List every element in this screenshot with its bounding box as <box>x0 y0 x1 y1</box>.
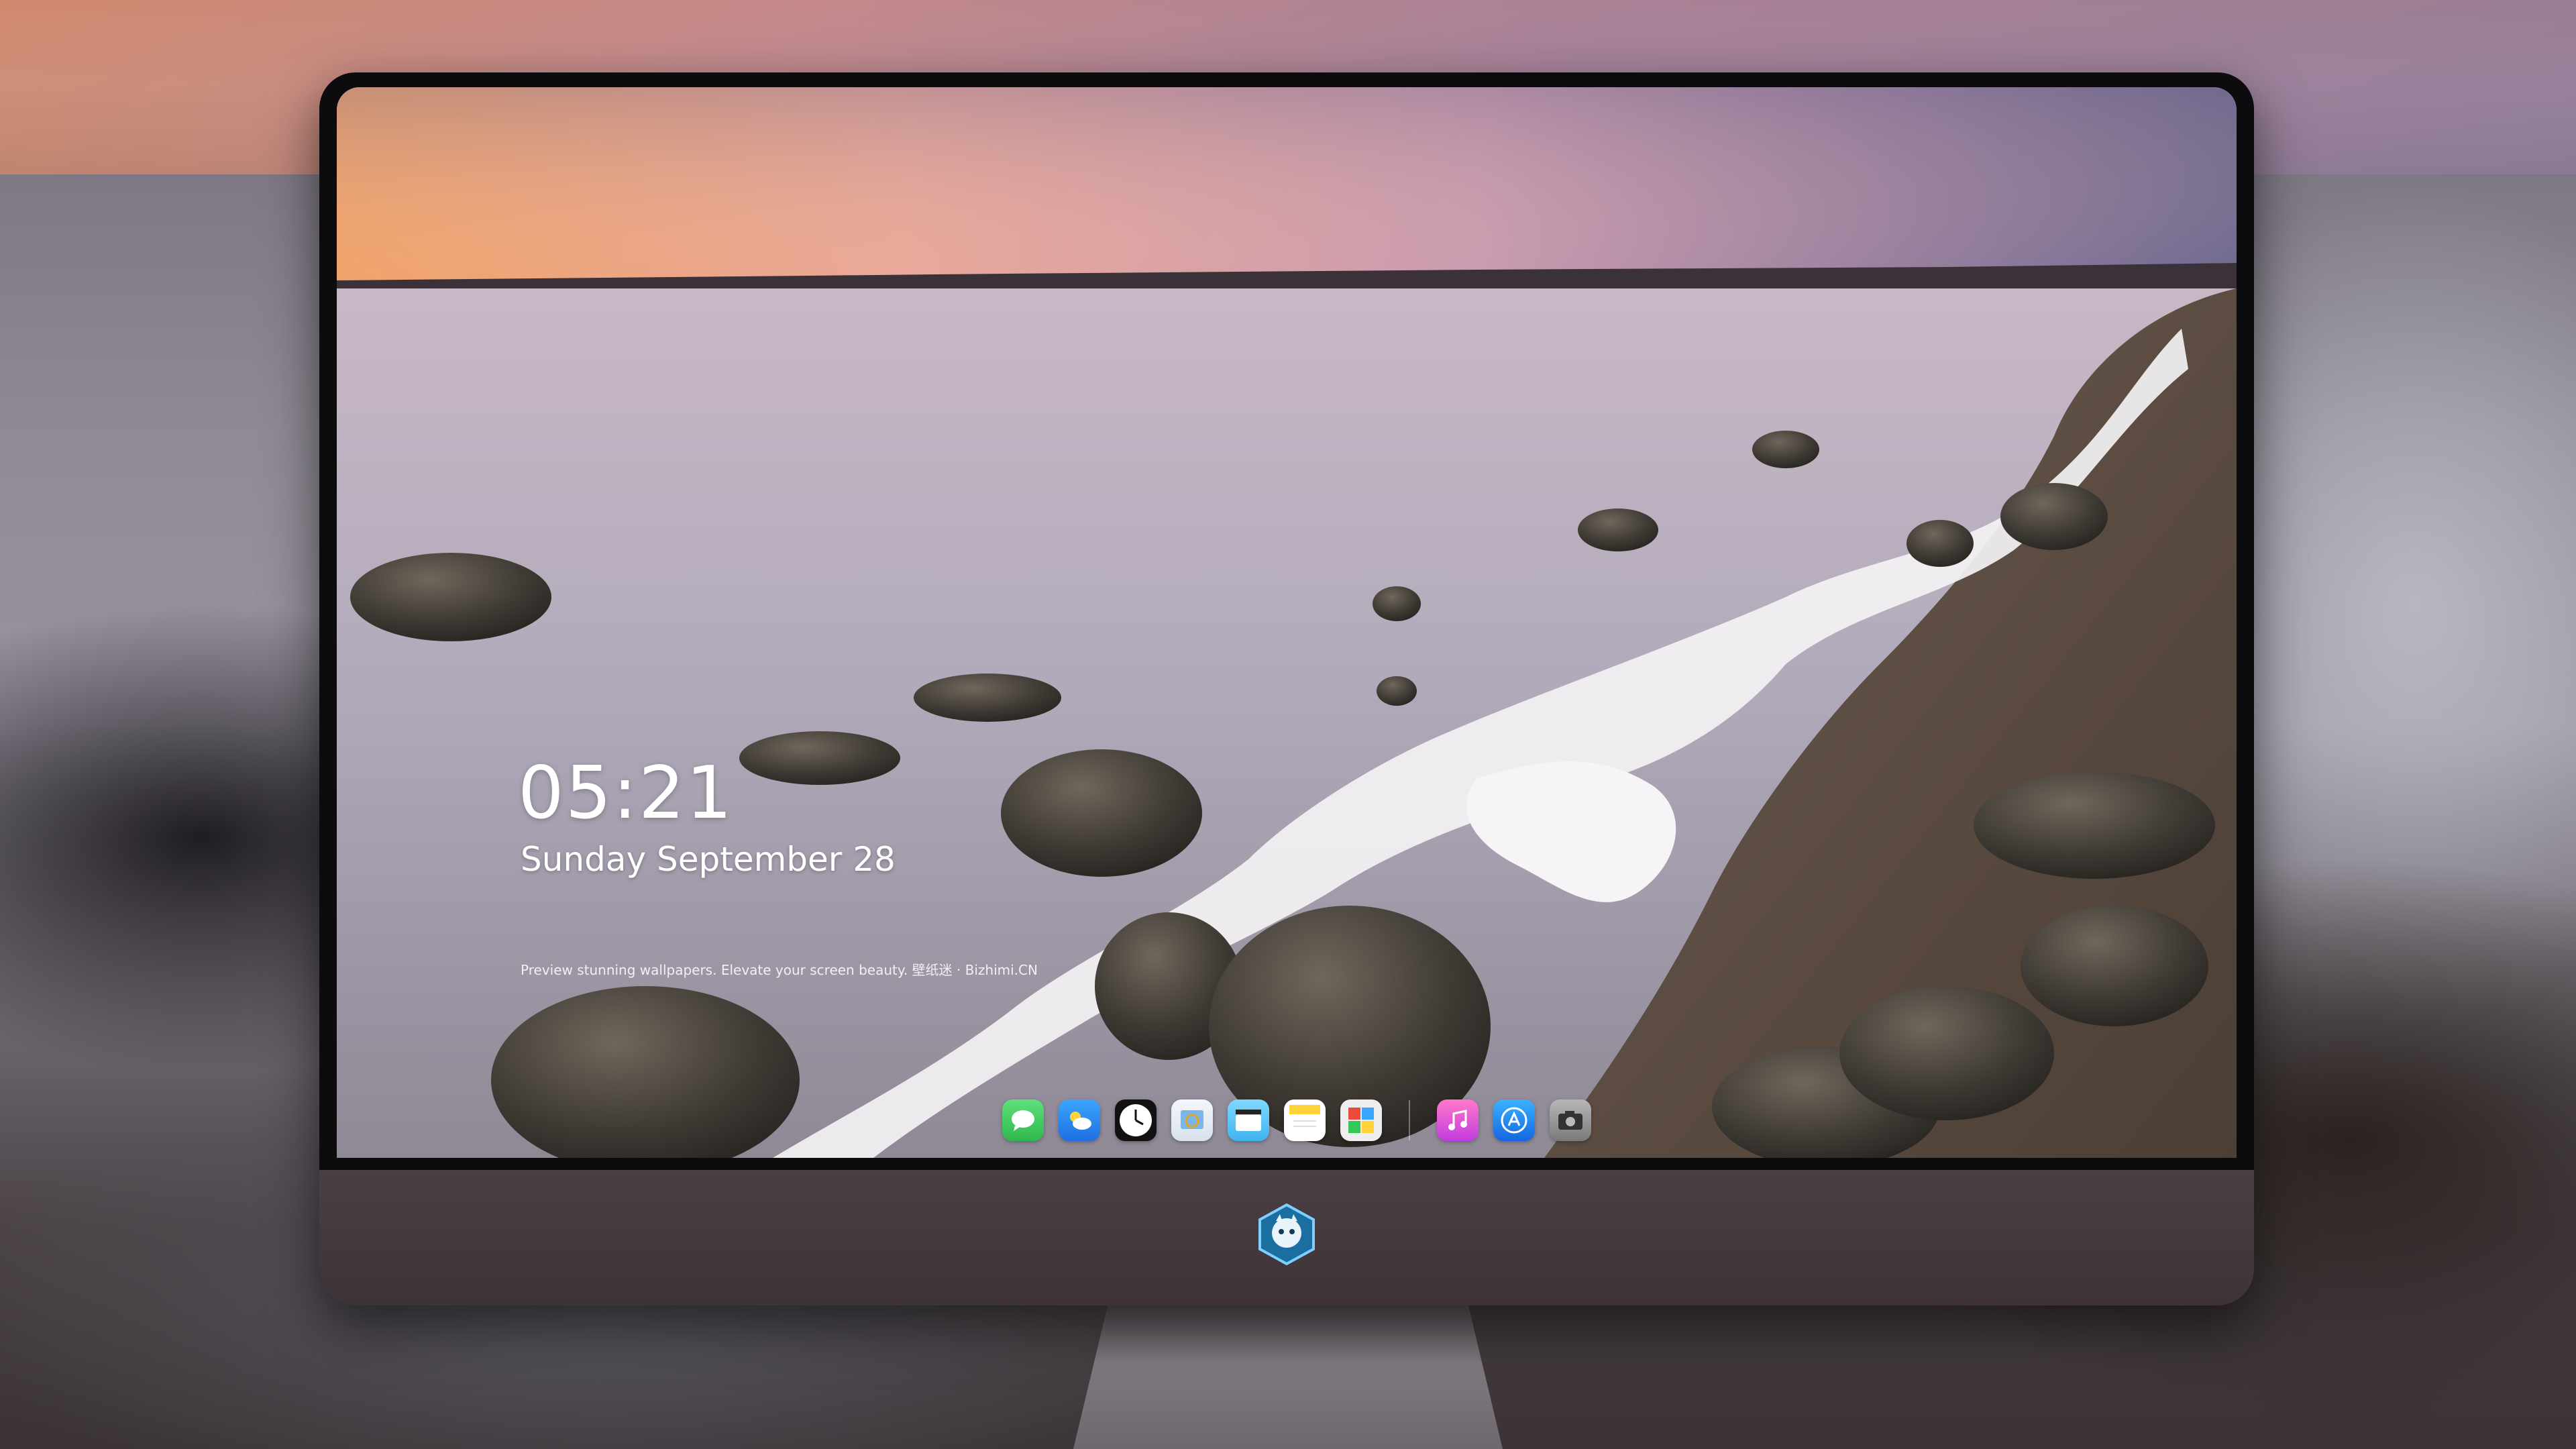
camera-icon[interactable] <box>1550 1099 1591 1141</box>
dock <box>990 1092 1603 1148</box>
preview-icon[interactable] <box>1171 1099 1213 1141</box>
dock-separator <box>1409 1100 1410 1140</box>
monitor: 05:21 Sunday September 28 Preview stunni… <box>319 72 2254 1305</box>
notes-icon[interactable] <box>1284 1099 1326 1141</box>
photo-booth-icon[interactable] <box>1340 1099 1382 1141</box>
music-icon[interactable] <box>1437 1099 1479 1141</box>
screen: 05:21 Sunday September 28 Preview stunni… <box>337 87 2237 1158</box>
lockscreen-time: 05:21 <box>518 751 734 835</box>
monitor-chin <box>319 1170 2254 1305</box>
weather-icon[interactable] <box>1059 1099 1100 1141</box>
monitor-logo-icon <box>1258 1203 1315 1266</box>
lockscreen-tagline: Preview stunning wallpapers. Elevate you… <box>521 962 1038 978</box>
clips-icon[interactable] <box>1228 1099 1269 1141</box>
lockscreen-date: Sunday September 28 <box>521 840 896 879</box>
app-store-icon[interactable] <box>1493 1099 1535 1141</box>
wallpaper <box>337 87 2237 1158</box>
messages-icon[interactable] <box>1002 1099 1044 1141</box>
clock-icon[interactable] <box>1115 1099 1157 1141</box>
monitor-stand <box>1073 1305 1503 1449</box>
